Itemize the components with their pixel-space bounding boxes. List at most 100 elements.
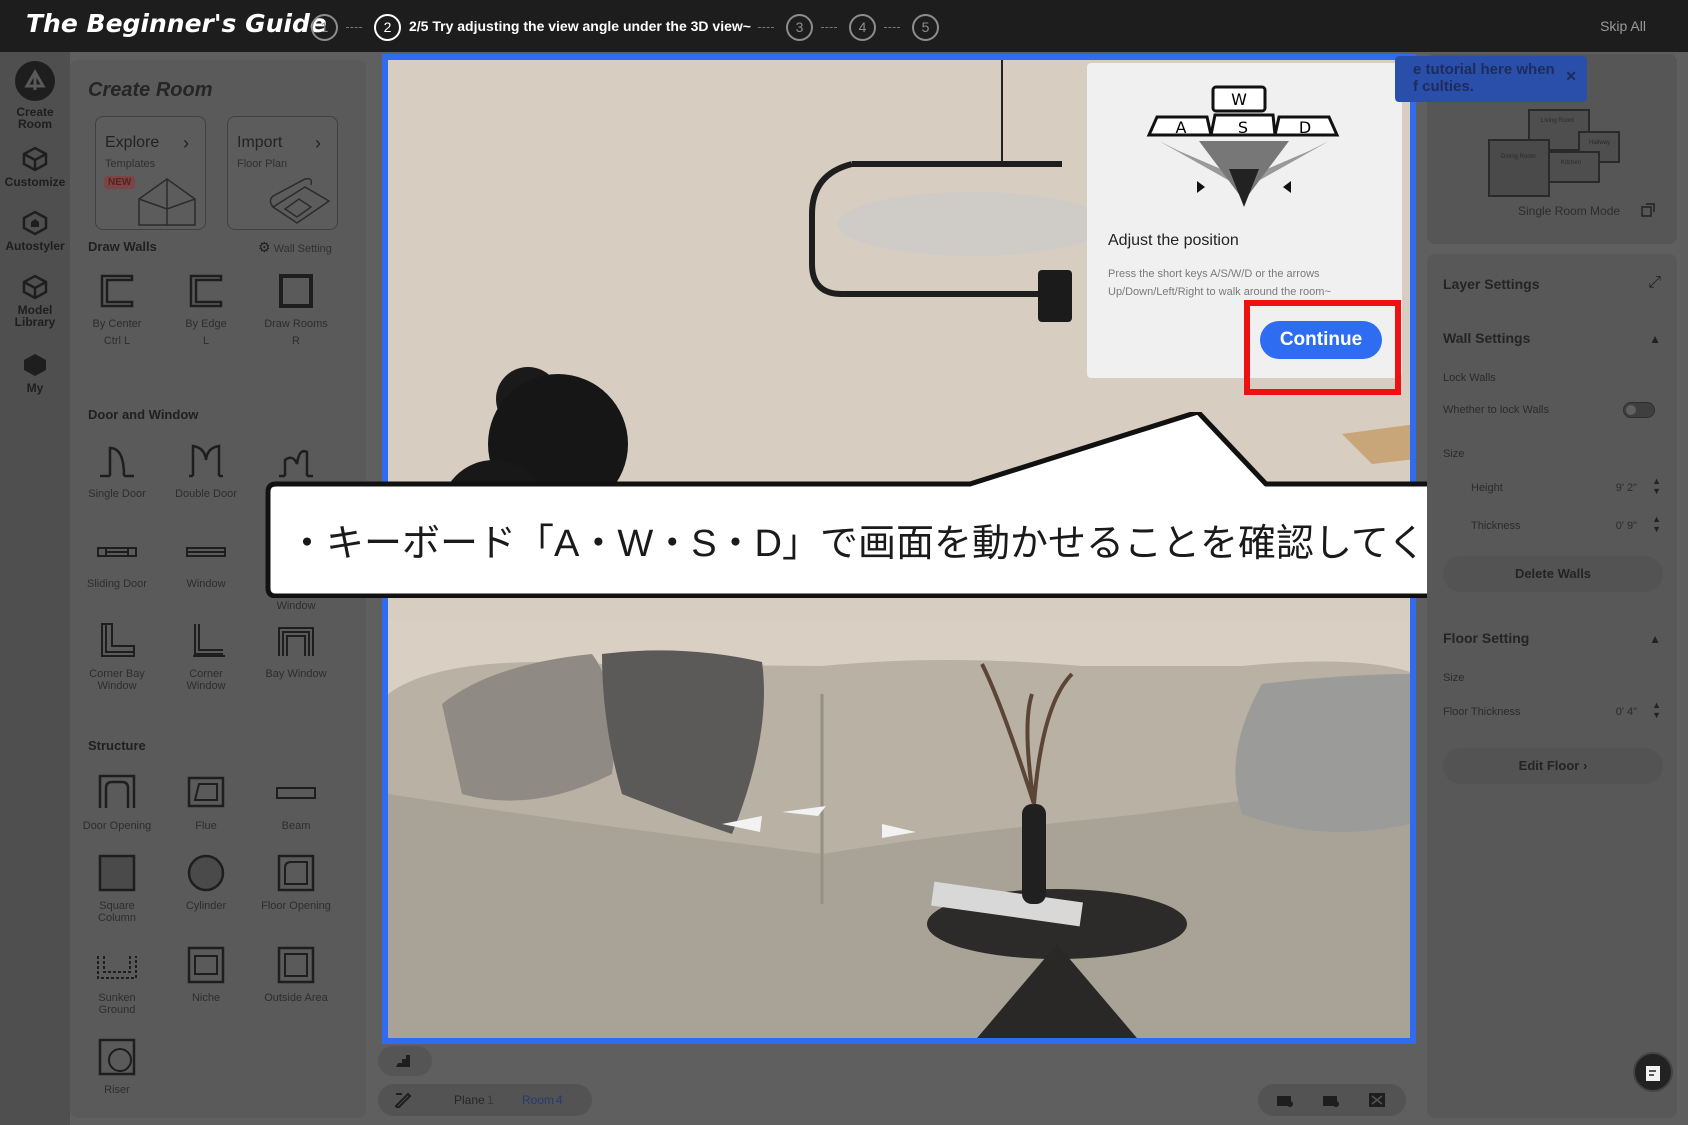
wall-setting-link[interactable]: ⚙ Wall Setting xyxy=(258,239,332,256)
room-value[interactable]: 4 xyxy=(556,1093,563,1107)
tool-sunken-ground[interactable]: Sunken Ground xyxy=(72,944,162,1016)
door-window-heading: Door and Window xyxy=(88,407,199,422)
tool-label: Door Opening xyxy=(82,820,152,832)
step-4[interactable]: 4 xyxy=(849,14,876,41)
step-divider xyxy=(346,27,362,28)
thickness-value[interactable]: 0' 9" xyxy=(1616,520,1637,532)
tool-draw-rooms[interactable]: Draw Rooms R xyxy=(251,270,341,347)
sunken-ground-icon xyxy=(97,956,137,979)
explore-templates-card[interactable]: Explore › Templates NEW xyxy=(95,116,206,230)
close-icon[interactable]: ✕ xyxy=(1565,68,1577,85)
expand-icon[interactable]: ⤢ xyxy=(1648,274,1661,292)
plane-value[interactable]: 1 xyxy=(487,1093,494,1107)
rail-autostyler[interactable]: Autostyler xyxy=(0,210,70,252)
new-badge: NEW xyxy=(104,176,136,189)
tool-label-line2: Column xyxy=(98,912,136,924)
expand-minimap-icon[interactable] xyxy=(1640,202,1656,218)
layer-settings-title: Layer Settings xyxy=(1443,276,1540,292)
camera-settings-icon[interactable] xyxy=(1322,1092,1340,1108)
rail-label: Autostyler xyxy=(5,239,65,253)
floor-thickness-label: Floor Thickness xyxy=(1443,706,1521,718)
edit-floor-button[interactable]: Edit Floor › xyxy=(1443,748,1663,784)
properties-panel: Layer Settings ⤢ Wall Settings ▲ Lock Wa… xyxy=(1427,254,1677,1118)
tool-outside-area[interactable]: Outside Area xyxy=(251,944,341,1004)
camera-add-icon[interactable] xyxy=(1276,1092,1294,1108)
level-switcher[interactable]: Plane 1 Room 4 xyxy=(378,1084,592,1116)
tool-niche[interactable]: Niche xyxy=(161,944,251,1004)
feedback-button[interactable] xyxy=(1633,1052,1673,1092)
tool-label: Cylinder xyxy=(185,900,227,912)
structure-heading: Structure xyxy=(88,738,146,753)
step-divider xyxy=(758,27,774,28)
tool-riser[interactable]: Riser xyxy=(72,1036,162,1096)
height-label: Height xyxy=(1471,482,1503,494)
tool-by-edge[interactable]: By Edge L xyxy=(161,270,251,347)
square-column-icon xyxy=(98,854,136,892)
plane-label: Plane xyxy=(454,1093,485,1107)
create-room-icon xyxy=(15,61,55,101)
wasd-keys-graphic: W A S D xyxy=(1146,85,1340,207)
lock-walls-toggle[interactable] xyxy=(1623,402,1655,418)
tool-label: Bay Window xyxy=(265,668,327,680)
step-2-current[interactable]: 2 xyxy=(374,14,401,41)
house-outline-icon xyxy=(138,178,196,226)
tool-door-opening[interactable]: Door Opening xyxy=(72,772,162,832)
tool-floor-opening[interactable]: Floor Opening xyxy=(251,852,341,912)
single-room-mode-button[interactable]: Single Room Mode xyxy=(1518,204,1620,218)
floor-thickness-value[interactable]: 0' 4" xyxy=(1616,706,1637,718)
tool-beam[interactable]: Beam xyxy=(251,772,341,832)
tool-bay-window[interactable]: Bay Window xyxy=(251,620,341,680)
tool-single-door[interactable]: Single Door xyxy=(72,440,162,500)
tool-window[interactable]: Window xyxy=(161,530,251,590)
wall-settings-title[interactable]: Wall Settings xyxy=(1443,330,1530,346)
tool-label: Riser xyxy=(104,1084,130,1096)
collapse-caret-icon[interactable]: ▲ xyxy=(1649,332,1661,346)
cylinder-icon xyxy=(187,854,225,892)
corner-bay-window-icon xyxy=(101,623,135,657)
tool-sliding-door[interactable]: Sliding Door xyxy=(72,530,162,590)
door-opening-icon xyxy=(98,774,136,808)
model-library-icon xyxy=(22,274,48,300)
chevron-right-icon: › xyxy=(315,133,321,153)
floor-thickness-stepper-icon[interactable]: ▲ ▼ xyxy=(1652,700,1661,720)
import-floor-plan-card[interactable]: Import › Floor Plan xyxy=(227,116,338,230)
tool-by-center[interactable]: By Center Ctrl L xyxy=(72,270,162,347)
room-label: Hallway xyxy=(1589,140,1610,146)
lock-walls-label: Lock Walls xyxy=(1443,372,1496,384)
tool-label: Single Door xyxy=(88,488,146,500)
tool-square-column[interactable]: Square Column xyxy=(72,852,162,924)
fullscreen-icon[interactable] xyxy=(1368,1092,1386,1108)
rail-model-library[interactable]: Model Library xyxy=(0,274,70,328)
autostyler-icon xyxy=(22,210,48,236)
tool-double-door[interactable]: Double Door xyxy=(161,440,251,500)
thickness-stepper-icon[interactable]: ▲ ▼ xyxy=(1652,514,1661,534)
floor-setting-title[interactable]: Floor Setting xyxy=(1443,630,1529,646)
skip-all-button[interactable]: Skip All xyxy=(1600,18,1646,34)
rail-create-room[interactable]: Create Room xyxy=(0,60,70,130)
height-value[interactable]: 9' 2" xyxy=(1616,482,1637,494)
step-5[interactable]: 5 xyxy=(912,14,939,41)
height-stepper-icon[interactable]: ▲ ▼ xyxy=(1652,476,1661,496)
rail-my[interactable]: My xyxy=(0,352,70,394)
collapse-caret-icon[interactable]: ▲ xyxy=(1649,632,1661,646)
rail-customize[interactable]: Customize xyxy=(0,146,70,188)
key-w-label: W xyxy=(1231,90,1247,109)
sliding-door-icon xyxy=(97,547,137,557)
view-tool-button[interactable] xyxy=(378,1046,432,1076)
tool-corner-bay-window[interactable]: Corner Bay Window xyxy=(72,620,162,692)
tool-window-2[interactable]: Window xyxy=(251,600,341,612)
outside-area-icon xyxy=(277,946,315,984)
tool-cylinder[interactable]: Cylinder xyxy=(161,852,251,912)
room-label: Dining Room xyxy=(1501,154,1536,160)
step-3[interactable]: 3 xyxy=(786,14,813,41)
tool-corner-window[interactable]: Corner Window xyxy=(161,620,251,692)
tool-label: Beam xyxy=(281,820,311,832)
single-door-icon xyxy=(100,446,134,478)
draw-walls-heading: Draw Walls xyxy=(88,239,157,254)
guide-title: The Beginner's Guide xyxy=(26,9,327,38)
tool-flue[interactable]: Flue xyxy=(161,772,251,832)
bay-window-icon xyxy=(278,627,314,656)
delete-walls-button[interactable]: Delete Walls xyxy=(1443,556,1663,592)
window-icon xyxy=(186,547,226,557)
step-1[interactable]: 1 xyxy=(311,14,338,41)
